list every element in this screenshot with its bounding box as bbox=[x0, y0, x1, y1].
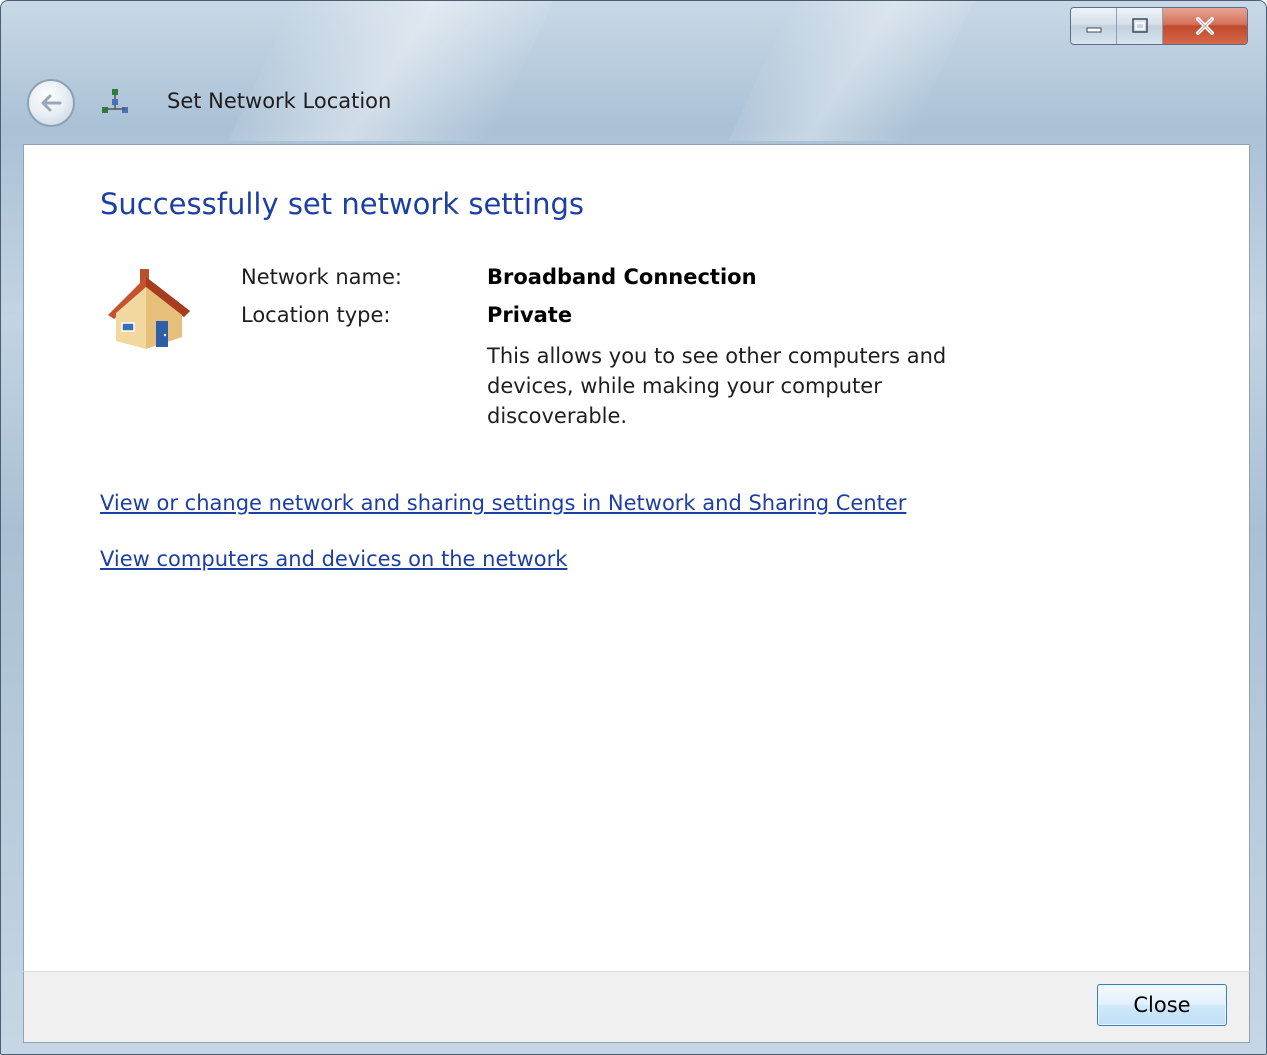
glass-highlight-2 bbox=[728, 1, 974, 141]
maximize-icon bbox=[1131, 18, 1148, 33]
close-window-button[interactable] bbox=[1163, 8, 1247, 44]
page-heading: Successfully set network settings bbox=[100, 187, 584, 221]
close-button[interactable]: Close bbox=[1097, 984, 1227, 1026]
maximize-button[interactable] bbox=[1117, 8, 1163, 44]
network-name-label: Network name: bbox=[241, 265, 402, 289]
set-network-location-window: Set Network Location Successfully set ne… bbox=[0, 0, 1267, 1055]
house-icon bbox=[108, 269, 190, 349]
network-name-value: Broadband Connection bbox=[487, 265, 757, 289]
window-title: Set Network Location bbox=[167, 89, 392, 113]
network-icon bbox=[102, 89, 128, 113]
back-arrow-icon bbox=[41, 94, 62, 112]
location-type-label: Location type: bbox=[241, 303, 391, 327]
location-description: This allows you to see other computers a… bbox=[487, 344, 947, 428]
close-icon bbox=[1196, 17, 1214, 35]
caption-buttons bbox=[1070, 7, 1248, 45]
view-computers-link[interactable]: View computers and devices on the networ… bbox=[100, 547, 567, 571]
glass-highlight bbox=[228, 1, 554, 141]
minimize-button[interactable] bbox=[1071, 8, 1117, 44]
content-area: Successfully set network settings Networ… bbox=[23, 144, 1250, 971]
location-type-value: Private bbox=[487, 303, 573, 327]
minimize-icon bbox=[1086, 27, 1101, 33]
back-button[interactable] bbox=[27, 79, 75, 127]
network-sharing-center-link[interactable]: View or change network and sharing setti… bbox=[100, 491, 906, 515]
dialog-footer: Close bbox=[23, 971, 1250, 1043]
